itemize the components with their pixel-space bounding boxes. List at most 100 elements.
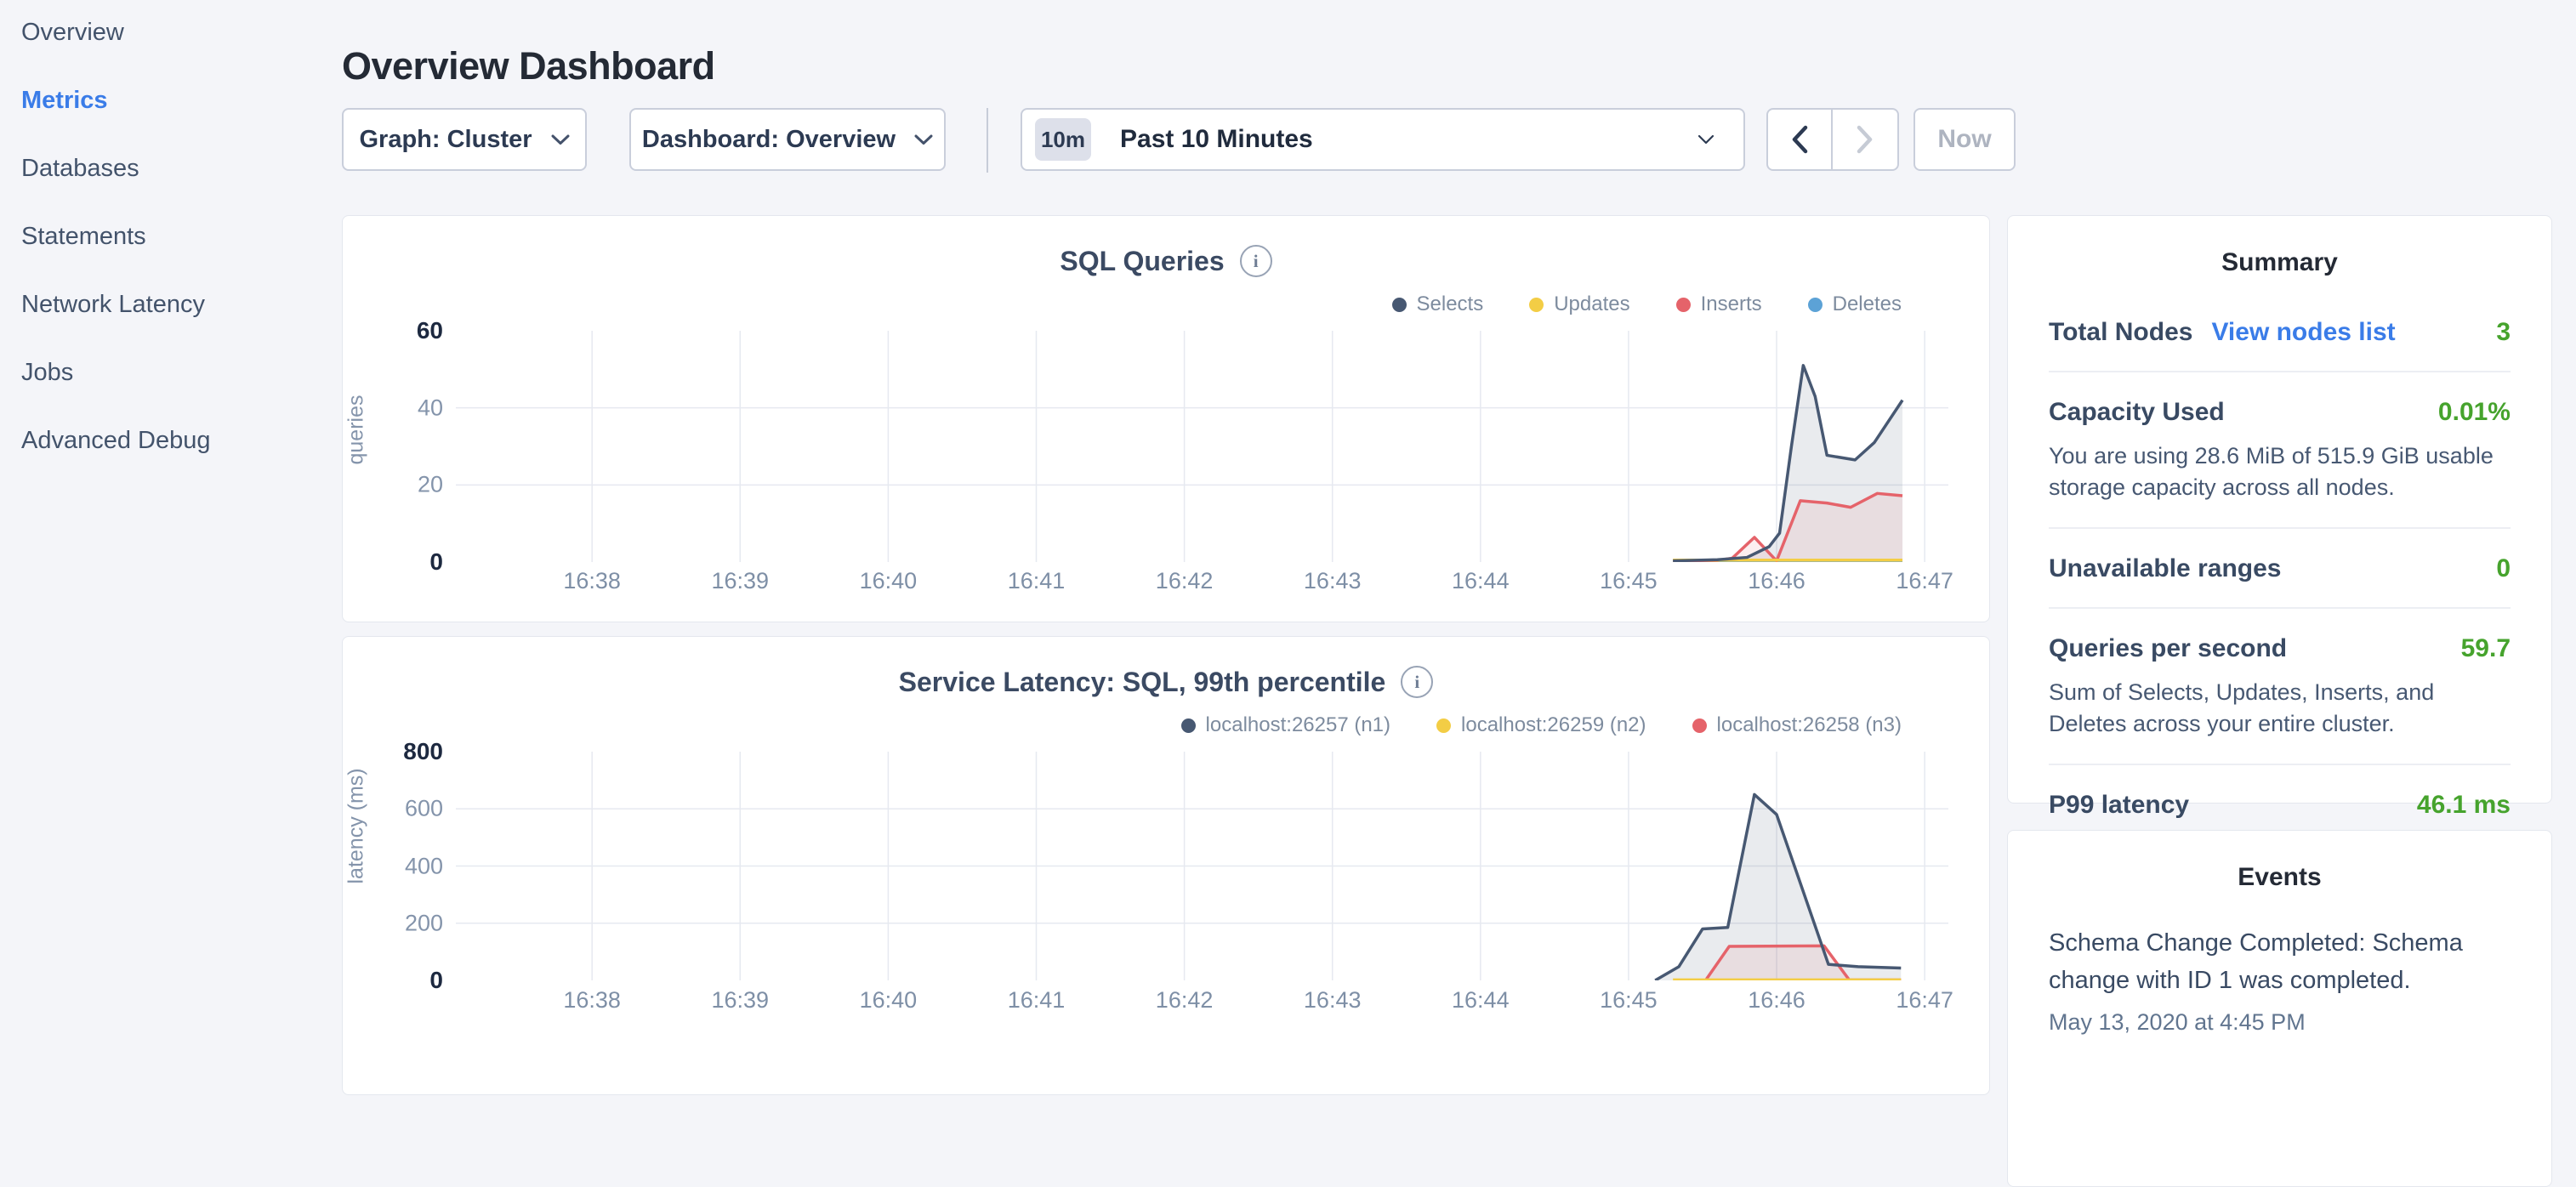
summary-row-note: You are using 28.6 MiB of 515.9 GiB usab… [2049, 440, 2511, 503]
chevron-down-icon [1697, 134, 1714, 145]
summary-row-value: 3 [2496, 318, 2511, 347]
dashboard-dropdown[interactable]: Dashboard: Overview [629, 108, 946, 171]
graph-scope-dropdown-label: Graph: Cluster [359, 126, 532, 154]
sidebar-item-metrics[interactable]: Metrics [21, 66, 327, 134]
sidebar-item-statements[interactable]: Statements [21, 202, 327, 270]
x-tick-label: 16:38 [563, 987, 621, 1014]
y-tick-label: 60 [417, 317, 443, 344]
y-tick-label: 600 [405, 796, 443, 822]
y-axis-tick-labels: 0204060 [343, 331, 443, 562]
chart-title: SQL Queries [1060, 246, 1224, 277]
summary-row-value: 0 [2496, 554, 2511, 583]
legend-dot-icon [1181, 718, 1196, 733]
dashboard-dropdown-label: Dashboard: Overview [642, 126, 896, 154]
legend-label: Selects [1417, 292, 1484, 316]
chart-title: Service Latency: SQL, 99th percentile [899, 667, 1386, 698]
info-icon[interactable]: i [1240, 245, 1272, 277]
page-title: Overview Dashboard [342, 44, 715, 88]
summary-row-value: 0.01% [2438, 398, 2511, 427]
events-panel: Events Schema Change Completed: Schema c… [2007, 830, 2552, 1187]
chevron-down-icon [914, 134, 933, 145]
x-tick-label: 16:47 [1896, 987, 1953, 1014]
service-latency-chart-card: Service Latency: SQL, 99th percentile i … [342, 636, 1990, 1095]
summary-row-total-nodes: Total Nodes View nodes list 3 [2049, 292, 2511, 372]
summary-panel: Summary Total Nodes View nodes list 3 Ca… [2007, 215, 2552, 804]
summary-row-note: Sum of Selects, Updates, Inserts, and De… [2049, 677, 2511, 740]
x-tick-label: 16:44 [1452, 987, 1510, 1014]
now-button[interactable]: Now [1914, 108, 2016, 171]
summary-row-label: Capacity Used [2049, 398, 2225, 427]
summary-row-queries-per-second: Queries per second 59.7 Sum of Selects, … [2049, 609, 2511, 765]
legend-label: localhost:26257 (n1) [1206, 713, 1390, 737]
chart-legend: localhost:26257 (n1) localhost:26259 (n2)… [1181, 713, 1902, 737]
y-tick-label: 800 [403, 738, 443, 765]
legend-label: Inserts [1701, 292, 1762, 316]
sidebar-item-overview[interactable]: Overview [21, 0, 327, 66]
legend-dot-icon [1436, 718, 1451, 733]
summary-row-label: Total Nodes [2049, 318, 2192, 347]
y-tick-label: 20 [418, 472, 443, 498]
y-tick-label: 400 [405, 853, 443, 879]
legend-dot-icon [1808, 298, 1823, 312]
x-tick-label: 16:46 [1748, 568, 1805, 594]
sidebar-nav: Overview Metrics Databases Statements Ne… [21, 0, 327, 474]
graph-scope-dropdown[interactable]: Graph: Cluster [342, 108, 587, 171]
sidebar-item-jobs[interactable]: Jobs [21, 338, 327, 406]
legend-item: localhost:26258 (n3) [1692, 713, 1902, 737]
legend-item: Updates [1529, 292, 1629, 316]
chart-plot-svg [456, 331, 1948, 562]
summary-row-capacity-used: Capacity Used 0.01% You are using 28.6 M… [2049, 372, 2511, 529]
summary-row-unavailable-ranges: Unavailable ranges 0 [2049, 529, 2511, 609]
legend-dot-icon [1692, 718, 1707, 733]
x-tick-label: 16:40 [860, 987, 918, 1014]
x-tick-label: 16:42 [1156, 987, 1214, 1014]
x-tick-label: 16:43 [1304, 987, 1362, 1014]
chevron-right-icon [1857, 125, 1874, 154]
plot-area [456, 752, 1948, 980]
legend-dot-icon [1392, 298, 1407, 312]
x-tick-label: 16:40 [860, 568, 918, 594]
time-step-forward-button[interactable] [1833, 110, 1897, 169]
x-tick-label: 16:39 [711, 568, 769, 594]
time-range-badge: 10m [1035, 118, 1091, 161]
sidebar-item-databases[interactable]: Databases [21, 134, 327, 202]
x-tick-label: 16:41 [1008, 568, 1066, 594]
summary-row-label: P99 latency [2049, 791, 2189, 820]
legend-dot-icon [1529, 298, 1544, 312]
view-nodes-list-link[interactable]: View nodes list [2211, 318, 2395, 347]
info-icon[interactable]: i [1401, 666, 1433, 698]
x-tick-label: 16:44 [1452, 568, 1510, 594]
y-tick-label: 200 [405, 910, 443, 936]
legend-item: localhost:26259 (n2) [1436, 713, 1646, 737]
y-tick-label: 0 [429, 967, 443, 994]
time-step-back-button[interactable] [1768, 110, 1833, 169]
y-axis-tick-labels: 0200400600800 [343, 752, 443, 980]
x-tick-label: 16:45 [1600, 568, 1658, 594]
legend-dot-icon [1676, 298, 1691, 312]
chevron-left-icon [1791, 125, 1808, 154]
chevron-down-icon [551, 134, 570, 145]
x-tick-label: 16:41 [1008, 987, 1066, 1014]
x-tick-label: 16:39 [711, 987, 769, 1014]
event-item[interactable]: Schema Change Completed: Schema change w… [2049, 924, 2511, 1036]
x-tick-label: 16:38 [563, 568, 621, 594]
chart-legend: Selects Updates Inserts Deletes [1392, 292, 1902, 316]
events-title: Events [2049, 831, 2511, 892]
legend-item: Deletes [1808, 292, 1902, 316]
sidebar-item-network-latency[interactable]: Network Latency [21, 270, 327, 338]
y-tick-label: 40 [418, 395, 443, 421]
x-tick-label: 16:43 [1304, 568, 1362, 594]
plot-area [456, 331, 1948, 562]
time-range-dropdown[interactable]: 10m Past 10 Minutes [1021, 108, 1745, 171]
sql-queries-chart-card: SQL Queries i Selects Updates Inserts Delet… [342, 215, 1990, 622]
summary-row-value: 59.7 [2461, 634, 2511, 663]
controls-divider [987, 108, 988, 173]
event-text: Schema Change Completed: Schema change w… [2049, 924, 2511, 999]
legend-item: Selects [1392, 292, 1484, 316]
time-range-label: Past 10 Minutes [1120, 125, 1697, 154]
sidebar-item-advanced-debug[interactable]: Advanced Debug [21, 406, 327, 474]
event-timestamp: May 13, 2020 at 4:45 PM [2049, 1009, 2511, 1036]
time-step-button-group [1766, 108, 1899, 171]
legend-item: localhost:26257 (n1) [1181, 713, 1390, 737]
legend-label: localhost:26258 (n3) [1717, 713, 1902, 737]
